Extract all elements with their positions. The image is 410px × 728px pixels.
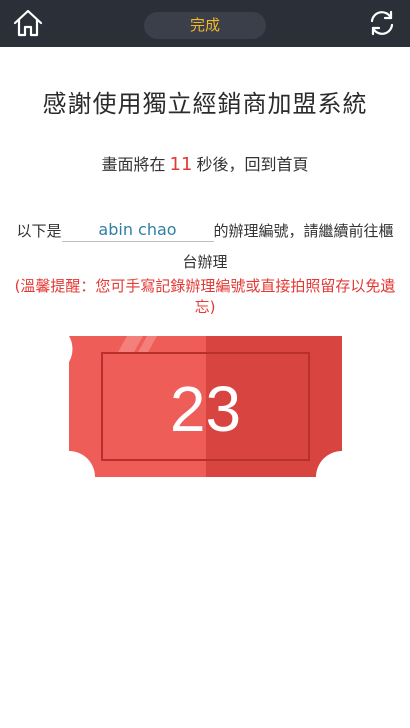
ticket-number: 23 <box>169 373 242 445</box>
instruction-prefix: 以下是 <box>16 222 62 240</box>
countdown-seconds: 11 <box>169 154 193 175</box>
refresh-button[interactable] <box>366 8 398 38</box>
home-icon <box>13 9 43 37</box>
user-name-field: abin chao <box>61 219 214 242</box>
home-button[interactable] <box>12 8 44 38</box>
countdown-prefix: 畫面將在 <box>101 155 166 174</box>
top-bar: 完成 <box>0 0 410 47</box>
instruction-text: 以下是 abin chao 的辦理編號，請繼續前往櫃台辦理 <box>10 216 400 278</box>
refresh-icon <box>370 10 394 36</box>
countdown-suffix: 秒後，回到首頁 <box>196 155 309 174</box>
page-title: 感謝使用獨立經銷商加盟系統 <box>42 90 368 118</box>
reminder-text: (溫馨提醒：您可手寫記錄辦理編號或直接拍照留存以免遺忘) <box>14 277 396 316</box>
status-badge: 完成 <box>144 12 266 39</box>
countdown-text: 畫面將在 11 秒後，回到首頁 <box>0 151 410 175</box>
instruction-suffix: 的辦理編號，請繼續前往櫃台辦理 <box>182 222 394 271</box>
